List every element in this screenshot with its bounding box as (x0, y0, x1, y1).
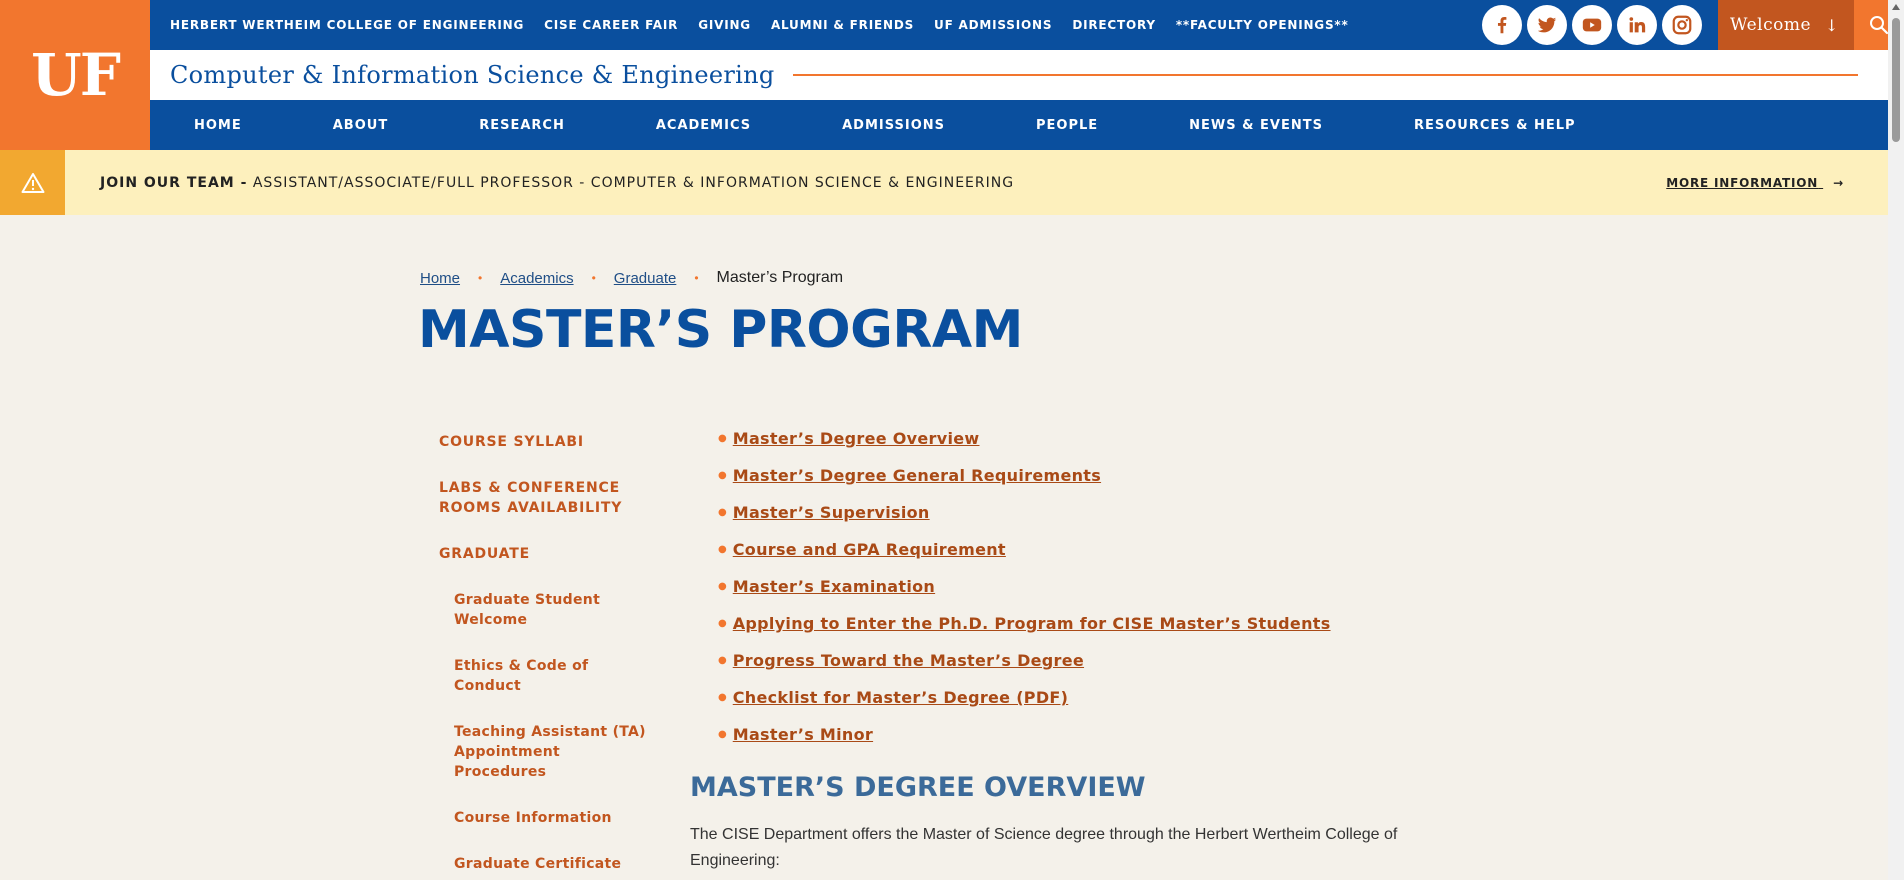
nav-admissions[interactable]: ADMISSIONS (842, 118, 945, 133)
utility-bar: HERBERT WERTHEIM COLLEGE OF ENGINEERING … (150, 0, 1888, 50)
instagram-icon[interactable] (1662, 5, 1702, 45)
nav-about[interactable]: ABOUT (333, 118, 388, 133)
sidebar-nav: COURSE SYLLABI LABS & CONFERENCE ROOMS A… (439, 432, 649, 880)
nav-resources-help[interactable]: RESOURCES & HELP (1414, 118, 1576, 133)
toc-link[interactable]: Master’s Examination (733, 577, 935, 596)
nav-news-events[interactable]: NEWS & EVENTS (1189, 118, 1323, 133)
toc-link[interactable]: Master’s Minor (733, 725, 873, 744)
welcome-dropdown[interactable]: Welcome ↓ (1718, 0, 1854, 50)
more-information-label: MORE INFORMATION (1666, 175, 1819, 190)
sidebar-subitem-graduate-certificate[interactable]: Graduate Certificate (454, 854, 649, 874)
list-item: ● Applying to Enter the Ph.D. Program for… (718, 605, 1331, 642)
toc-link[interactable]: Course and GPA Requirement (733, 540, 1006, 559)
arrow-down-icon: ↓ (1825, 15, 1839, 35)
nav-people[interactable]: PEOPLE (1036, 118, 1098, 133)
breadcrumb-current: Master’s Program (716, 269, 844, 286)
utility-link-alumni[interactable]: ALUMNI & FRIENDS (771, 18, 914, 32)
sidebar-subitem-ta-appointment-procedures[interactable]: Teaching Assistant (TA) Appointment Proc… (454, 722, 649, 782)
toc-link[interactable]: Applying to Enter the Ph.D. Program for … (733, 614, 1331, 633)
facebook-icon[interactable] (1482, 5, 1522, 45)
breadcrumb-academics[interactable]: Academics (500, 270, 573, 287)
youtube-icon[interactable] (1572, 5, 1612, 45)
section-title: MASTER’S DEGREE OVERVIEW (690, 772, 1146, 803)
list-item: ● Master’s Degree General Requirements (718, 457, 1331, 494)
bullet: ● (718, 544, 727, 555)
alert-text: JOIN OUR TEAM - ASSISTANT/ASSOCIATE/FULL… (100, 175, 1014, 191)
scrollbar-thumb[interactable] (1892, 18, 1900, 142)
sidebar-subitem-ethics-code-of-conduct[interactable]: Ethics & Code of Conduct (454, 656, 649, 696)
page-title: MASTER’S PROGRAM (418, 300, 1023, 360)
utility-link-faculty-openings[interactable]: **FACULTY OPENINGS** (1176, 18, 1349, 32)
linkedin-icon[interactable] (1617, 5, 1657, 45)
welcome-label: Welcome (1730, 15, 1812, 35)
warning-icon (0, 150, 65, 215)
breadcrumb: Home • Academics • Graduate • Master’s P… (420, 269, 843, 287)
alert-bold-text: JOIN OUR TEAM - (100, 174, 248, 191)
utility-link-admissions[interactable]: UF ADMISSIONS (934, 18, 1052, 32)
alert-banner: JOIN OUR TEAM - ASSISTANT/ASSOCIATE/FULL… (0, 150, 1888, 215)
utility-link-directory[interactable]: DIRECTORY (1072, 18, 1156, 32)
bullet: ● (718, 692, 727, 703)
bullet: ● (718, 655, 727, 666)
bullet: ● (718, 470, 727, 481)
bullet: ● (718, 729, 727, 740)
sidebar-subitem-course-information[interactable]: Course Information (454, 808, 649, 828)
breadcrumb-separator: • (478, 271, 483, 285)
uf-logo[interactable]: UF (0, 0, 150, 150)
bullet: ● (718, 581, 727, 592)
sidebar-item-labs-conference-rooms[interactable]: LABS & CONFERENCE ROOMS AVAILABILITY (439, 478, 649, 518)
list-item: ● Master’s Minor (718, 716, 1331, 753)
section-paragraph: The CISE Department offers the Master of… (690, 826, 1398, 869)
more-information-link[interactable]: MORE INFORMATION → (1666, 176, 1844, 190)
search-icon (1870, 16, 1889, 35)
nav-academics[interactable]: ACADEMICS (656, 118, 751, 133)
nav-research[interactable]: RESEARCH (479, 118, 565, 133)
utility-link-career-fair[interactable]: CISE CAREER FAIR (544, 18, 678, 32)
utility-link-giving[interactable]: GIVING (698, 18, 751, 32)
list-item: ● Master’s Degree Overview (718, 420, 1331, 457)
uf-logo-text: UF (31, 41, 121, 109)
bullet: ● (718, 618, 727, 629)
breadcrumb-separator: • (694, 271, 699, 285)
bullet: ● (718, 507, 727, 518)
page-scrollbar[interactable] (1888, 0, 1904, 880)
site-title[interactable]: Computer & Information Science & Enginee… (150, 61, 775, 89)
toc-link[interactable]: Master’s Degree Overview (733, 429, 980, 448)
toc-link[interactable]: Progress Toward the Master’s Degree (733, 651, 1084, 670)
toc-link[interactable]: Checklist for Master’s Degree (PDF) (733, 688, 1069, 707)
utility-links: HERBERT WERTHEIM COLLEGE OF ENGINEERING … (150, 18, 1369, 32)
utility-link-college[interactable]: HERBERT WERTHEIM COLLEGE OF ENGINEERING (170, 18, 524, 32)
toc-link[interactable]: Master’s Supervision (733, 503, 930, 522)
sidebar-item-graduate[interactable]: GRADUATE (439, 544, 649, 564)
page-contents-list: ● Master’s Degree Overview ● Master’s Degr… (718, 420, 1331, 753)
alert-body-text: ASSISTANT/ASSOCIATE/FULL PROFESSOR - COM… (247, 174, 1015, 191)
twitter-icon[interactable] (1527, 5, 1567, 45)
sidebar-item-course-syllabi[interactable]: COURSE SYLLABI (439, 432, 649, 452)
toc-link[interactable]: Master’s Degree General Requirements (733, 466, 1101, 485)
title-divider (792, 74, 1858, 76)
breadcrumb-home[interactable]: Home (420, 270, 460, 287)
list-item: ● Master’s Supervision (718, 494, 1331, 531)
scroll-up-icon[interactable] (1892, 4, 1900, 10)
list-item: ● Master’s Examination (718, 568, 1331, 605)
social-links (1477, 5, 1702, 45)
arrow-right-icon: → (1833, 175, 1844, 190)
breadcrumb-graduate[interactable]: Graduate (614, 270, 677, 287)
list-item: ● Course and GPA Requirement (718, 531, 1331, 568)
bullet: ● (718, 433, 727, 444)
list-item: ● Progress Toward the Master’s Degree (718, 642, 1331, 679)
main-nav: HOME ABOUT RESEARCH ACADEMICS ADMISSIONS… (150, 100, 1888, 150)
sidebar-subitem-graduate-student-welcome[interactable]: Graduate Student Welcome (454, 590, 649, 630)
nav-home[interactable]: HOME (194, 118, 242, 133)
list-item: ● Checklist for Master’s Degree (PDF) (718, 679, 1331, 716)
site-title-bar: Computer & Information Science & Enginee… (150, 50, 1888, 100)
breadcrumb-separator: • (591, 271, 596, 285)
